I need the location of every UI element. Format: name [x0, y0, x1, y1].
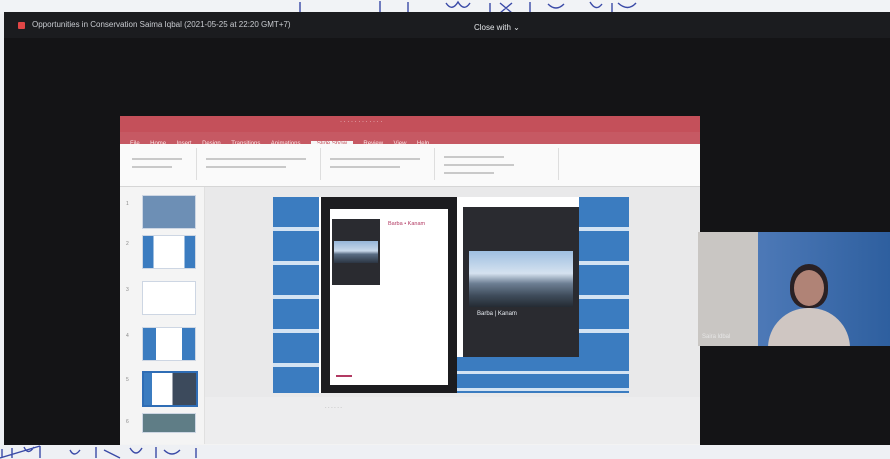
video-wall: [698, 232, 758, 346]
view-options-button[interactable]: Close with ⌄: [474, 23, 520, 32]
landscape-photo: [334, 241, 378, 263]
book-page: Barba • Kanam: [330, 209, 448, 385]
ppt-status-area: · · · · · ·: [205, 397, 700, 444]
ribbon-control: [444, 164, 514, 166]
participant-name: Saira ldbal: [702, 334, 731, 340]
slide-number: 6: [126, 419, 129, 425]
ppt-ribbon: [120, 144, 700, 187]
current-slide[interactable]: Barba • Kanam Barba | Kanam: [273, 197, 629, 393]
book-title: Barba • Kanam: [388, 221, 426, 227]
slide-number: 5: [126, 377, 129, 383]
participant-face: [794, 270, 824, 306]
slide-number: 2: [126, 241, 129, 247]
ribbon-control: [330, 158, 420, 160]
meeting-title: Opportunities in Conservation: [32, 20, 138, 29]
ribbon-group[interactable]: [324, 148, 435, 180]
book-mockup-open: Barba • Kanam: [321, 197, 457, 393]
slide-number: 3: [126, 287, 129, 293]
slide-thumbnail[interactable]: [142, 327, 196, 361]
slide-thumbnail-selected[interactable]: [142, 371, 198, 407]
slide-canvas: Barba • Kanam Barba | Kanam · · · · · ·: [205, 187, 700, 444]
slide-thumbnails-pane: 1 2 3 4 5 6: [120, 187, 205, 444]
ribbon-group[interactable]: [126, 148, 197, 180]
slide-thumbnail[interactable]: [142, 195, 196, 229]
ppt-window-title: · · · · · · · · · · · ·: [340, 119, 383, 125]
ribbon-control: [444, 172, 494, 174]
slide-thumbnail[interactable]: [142, 413, 196, 433]
ribbon-control: [444, 156, 504, 158]
ribbon-control: [330, 166, 400, 168]
shared-screen: · · · · · · · · · · · · File Home Insert…: [120, 116, 700, 452]
book-cover-small: [332, 219, 380, 285]
book-page-footer-mark: [336, 375, 352, 377]
ribbon-control: [132, 166, 172, 168]
landscape-photo-large: [469, 251, 573, 307]
ribbon-control: [206, 166, 286, 168]
slide-number: 1: [126, 201, 129, 207]
ppt-ribbon-tabs: File Home Insert Design Transitions Anim…: [120, 132, 700, 147]
ribbon-group[interactable]: [438, 148, 559, 180]
slide-thumbnail[interactable]: [142, 235, 196, 269]
cover-title: Barba | Kanam: [477, 311, 517, 317]
paper-bottom: [0, 445, 890, 459]
meeting-title-bar: Opportunities in Conservation Saima Iqba…: [32, 20, 291, 29]
zoom-titlebar: Opportunities in Conservation Saima Iqba…: [4, 12, 890, 38]
ribbon-control: [132, 158, 182, 160]
ppt-titlebar: · · · · · · · · · · · ·: [120, 116, 700, 132]
slide-blue-stripes-bottom: [453, 357, 629, 393]
slide-blue-stripes-left: [273, 197, 319, 393]
book-mockup-cover: Barba | Kanam: [463, 207, 579, 357]
slide-number: 4: [126, 333, 129, 339]
status-text: · · · · · ·: [325, 405, 342, 411]
zoom-window: Opportunities in Conservation Saima Iqba…: [4, 12, 890, 452]
meeting-host-time: Saima Iqbal (2021-05-25 at 22:20 GMT+7): [139, 20, 291, 29]
ribbon-control: [206, 158, 306, 160]
ribbon-group[interactable]: [200, 148, 321, 180]
zoom-app-icon: [18, 22, 25, 29]
slide-thumbnail[interactable]: [142, 281, 196, 315]
participant-video[interactable]: Saira ldbal: [698, 232, 890, 346]
